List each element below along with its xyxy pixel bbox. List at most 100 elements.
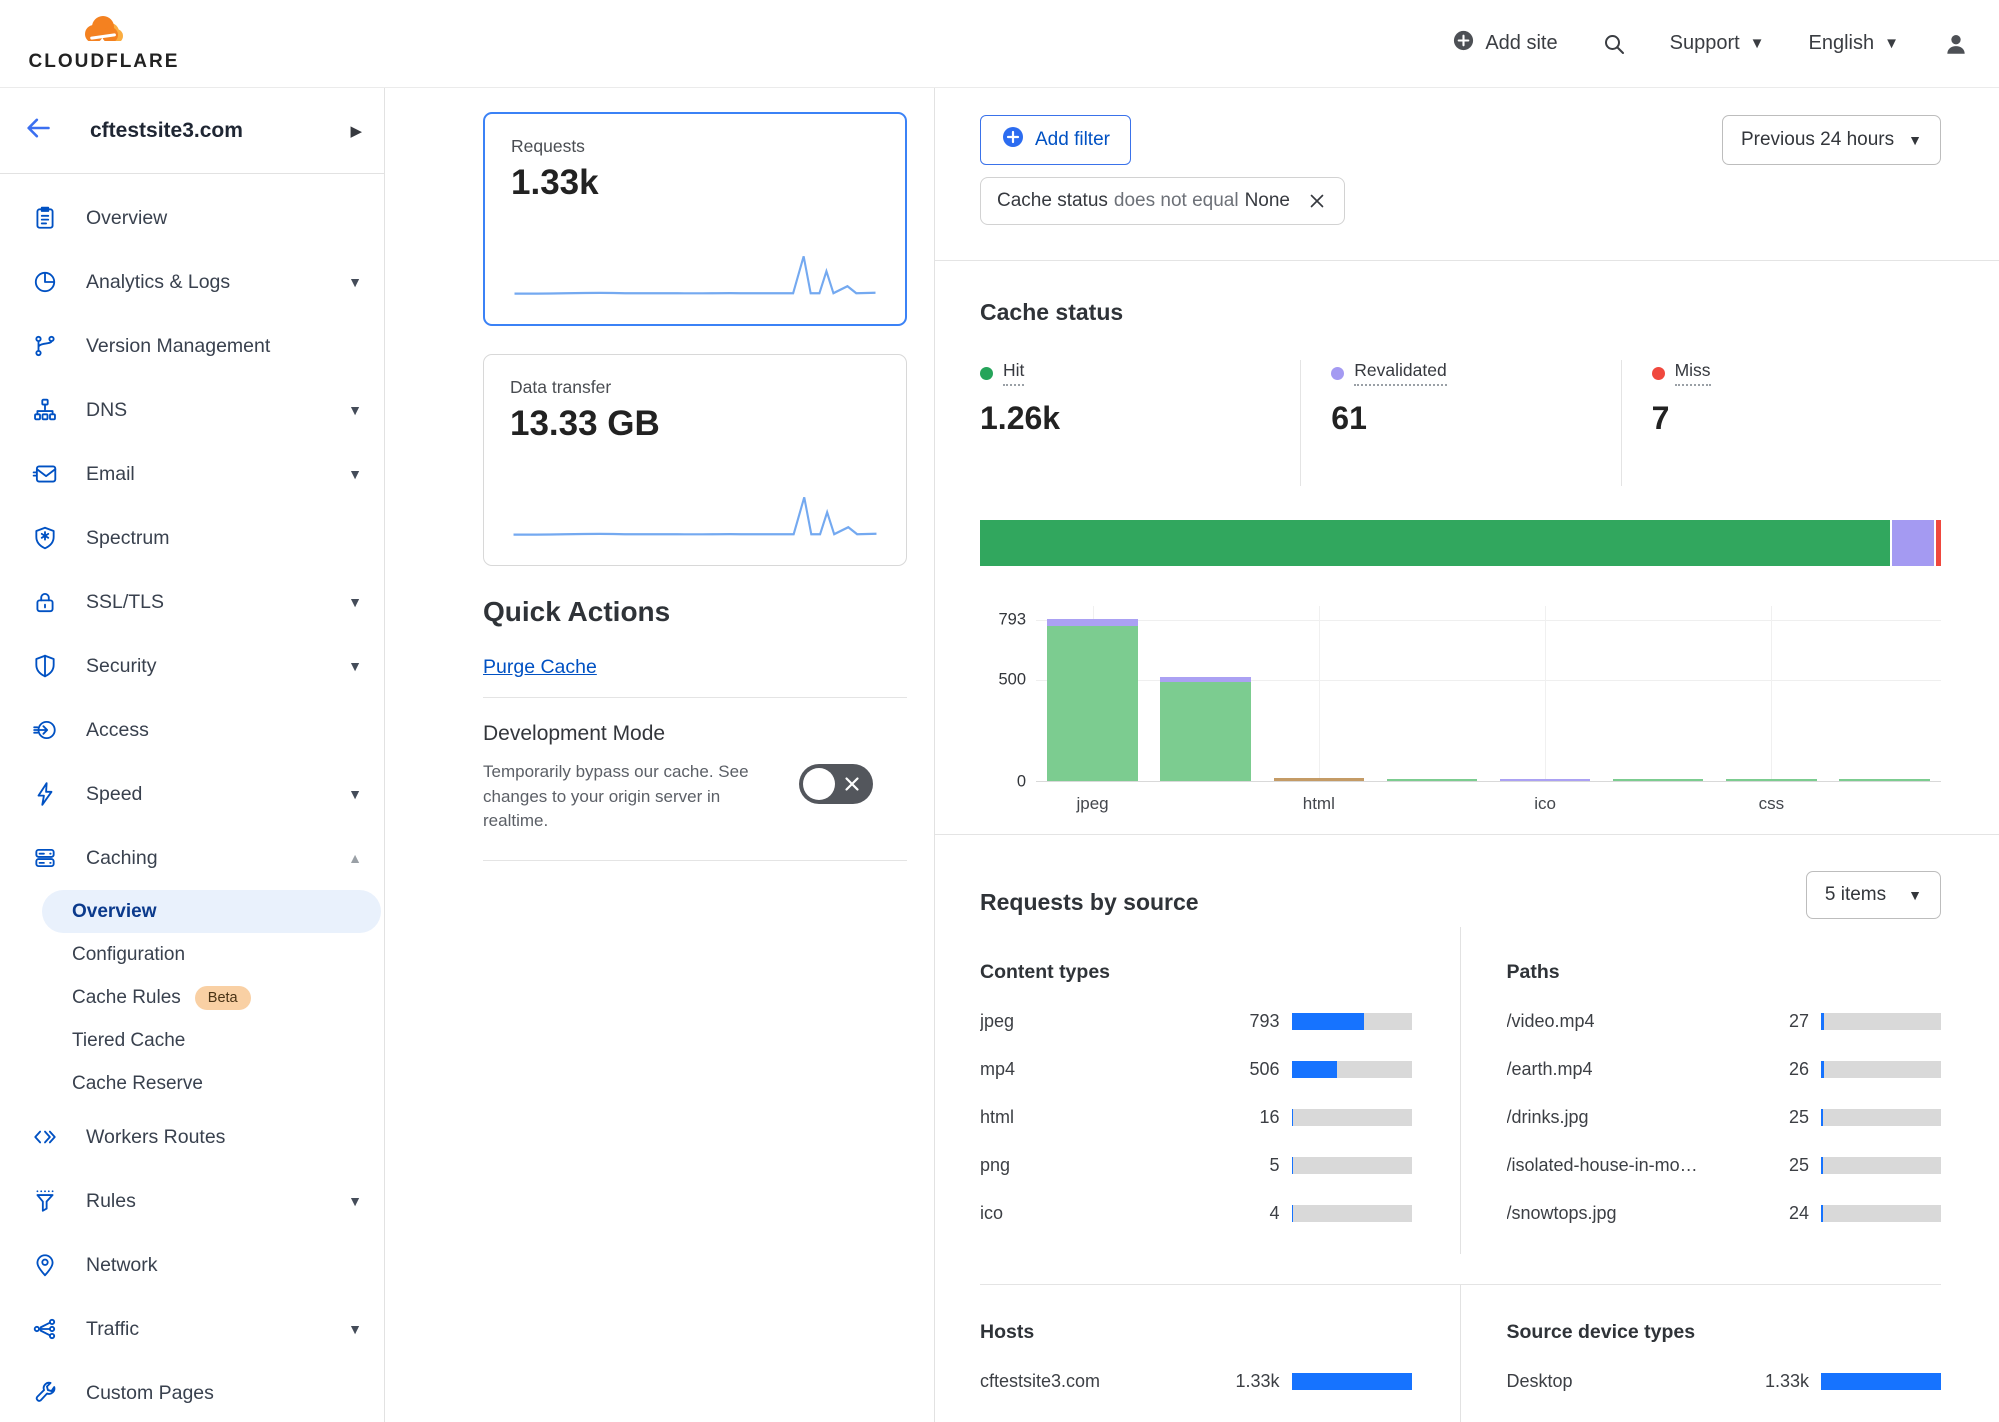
divider (483, 697, 907, 698)
hosts-list: Hostscftestsite3.com1.33k (980, 1285, 1461, 1422)
list-title: Source device types (1507, 1321, 1942, 1344)
list-row: /isolated-house-in-mo…25 (1507, 1155, 1942, 1176)
support-menu[interactable]: Support ▼ (1670, 32, 1765, 55)
paths-list: Paths/video.mp427/earth.mp426/drinks.jpg… (1461, 927, 1942, 1254)
list-row: /snowtops.jpg24 (1507, 1203, 1942, 1224)
row-bar (1821, 1205, 1941, 1222)
row-name: cftestsite3.com (980, 1371, 1216, 1392)
remove-filter-icon[interactable] (1306, 190, 1328, 212)
legend-item-hit[interactable]: Hit (980, 360, 1024, 386)
dns-tree-icon (30, 397, 60, 423)
sidebar-subitem-cache-reserve[interactable]: Cache Reserve (42, 1062, 381, 1105)
sidebar-subitem-tiered-cache[interactable]: Tiered Cache (42, 1019, 381, 1062)
add-site-button[interactable]: Add site (1452, 29, 1557, 58)
chevron-down-icon: ▼ (348, 786, 362, 802)
cache-stat-hit: Hit1.26k (980, 360, 1300, 486)
sidebar: cftestsite3.com ▶ OverviewAnalytics & Lo… (0, 88, 385, 1422)
row-bar (1292, 1061, 1412, 1078)
site-header: cftestsite3.com ▶ (0, 88, 384, 174)
sidebar-item-traffic[interactable]: Traffic▼ (0, 1297, 384, 1361)
hosts-device-section: Hosts cftestsite3.com 1.33k Source device … (980, 1284, 1941, 1422)
chevron-down-icon: ▼ (1908, 132, 1922, 148)
site-switcher-caret-icon[interactable]: ▶ (350, 122, 362, 140)
row-name: /isolated-house-in-mo… (1507, 1155, 1746, 1176)
chevron-down-icon: ▼ (348, 658, 362, 674)
legend-item-revalidated[interactable]: Revalidated (1331, 360, 1446, 386)
x-axis-label (1828, 794, 1941, 814)
language-menu[interactable]: English ▼ (1809, 32, 1899, 55)
shield-star-icon (30, 525, 60, 551)
cache-status-chart: 7935000 jpeghtmlicocss (980, 606, 1941, 814)
filter-chip-cache-status[interactable]: Cache status does not equal None (980, 177, 1345, 225)
bar-segment-hit (1613, 779, 1704, 782)
requests-by-source-title: Requests by source (980, 889, 1199, 916)
sidebar-item-rules[interactable]: Rules▼ (0, 1169, 384, 1233)
back-arrow-icon[interactable] (24, 114, 52, 147)
analytics-panel: Add filter Cache status does not equal N… (935, 88, 1999, 1422)
sidebar-item-email[interactable]: Email▼ (0, 442, 384, 506)
sidebar-item-workers-routes[interactable]: Workers Routes (0, 1105, 384, 1169)
row-name: /video.mp4 (1507, 1011, 1746, 1032)
sidebar-subitem-cache-rules[interactable]: Cache RulesBeta (42, 976, 381, 1019)
row-name: Desktop (1507, 1371, 1746, 1392)
sidebar-item-analytics-logs[interactable]: Analytics & Logs▼ (0, 250, 384, 314)
row-value: 5 (1216, 1155, 1280, 1176)
sidebar-item-access[interactable]: Access (0, 698, 384, 762)
row-bar (1292, 1109, 1412, 1126)
sidebar-item-dns[interactable]: DNS▼ (0, 378, 384, 442)
cache-status-distribution-bar (980, 520, 1941, 566)
row-bar (1821, 1109, 1941, 1126)
shield-icon (30, 653, 60, 679)
sidebar-item-overview[interactable]: Overview (0, 186, 384, 250)
sidebar-item-spectrum[interactable]: Spectrum (0, 506, 384, 570)
arrow-circle-icon (30, 717, 60, 743)
row-bar (1821, 1061, 1941, 1078)
add-filter-button[interactable]: Add filter (980, 115, 1131, 165)
sidebar-item-caching[interactable]: Caching▲ (0, 826, 384, 890)
metric-card-data-transfer[interactable]: Data transfer13.33 GB (483, 354, 907, 566)
sidebar-subitem-overview[interactable]: Overview (42, 890, 381, 933)
purge-cache-link[interactable]: Purge Cache (483, 656, 597, 679)
chevron-down-icon: ▼ (1750, 35, 1765, 52)
chart-bar (1375, 606, 1488, 781)
time-range-dropdown[interactable]: Previous 24 hours ▼ (1722, 115, 1941, 165)
sidebar-item-network[interactable]: Network (0, 1233, 384, 1297)
legend-item-miss[interactable]: Miss (1652, 360, 1711, 386)
cloudflare-logo[interactable]: CLOUDFLARE (24, 14, 184, 73)
chart-bar-html (1262, 606, 1375, 781)
row-value: 793 (1216, 1011, 1280, 1032)
dev-mode-toggle[interactable] (799, 764, 873, 804)
user-avatar-icon[interactable] (1943, 31, 1969, 57)
bar-segment-hit (1160, 682, 1251, 781)
legend-dot-icon (1331, 367, 1344, 380)
row-value: 24 (1745, 1203, 1809, 1224)
sidebar-item-ssl-tls[interactable]: SSL/TLS▼ (0, 570, 384, 634)
metric-card-requests[interactable]: Requests1.33k (483, 112, 907, 326)
sidebar-item-version-management[interactable]: Version Management (0, 314, 384, 378)
list-title: Hosts (980, 1321, 1412, 1344)
bar-segment-mixed (1274, 778, 1365, 781)
x-axis-label: jpeg (1036, 794, 1149, 814)
sidebar-item-speed[interactable]: Speed▼ (0, 762, 384, 826)
list-row: mp4506 (980, 1059, 1412, 1080)
row-value: 1.33k (1745, 1371, 1809, 1392)
requests-by-source-section: Requests by source 5 items ▼ Content typ… (935, 834, 1999, 1254)
sidebar-item-security[interactable]: Security▼ (0, 634, 384, 698)
bar-segment-revalidated (1500, 779, 1591, 782)
toggle-knob (803, 768, 835, 800)
row-bar (1292, 1157, 1412, 1174)
items-count-dropdown[interactable]: 5 items ▼ (1806, 871, 1941, 919)
wrench-icon (30, 1380, 60, 1406)
row-value: 506 (1216, 1059, 1280, 1080)
bar-segment-hit (1726, 779, 1817, 782)
chevron-down-icon: ▼ (348, 594, 362, 610)
chart-bar (1602, 606, 1715, 781)
sidebar-subitem-configuration[interactable]: Configuration (42, 933, 381, 976)
search-icon[interactable] (1602, 32, 1626, 56)
chart-bar (1828, 606, 1941, 781)
bar-segment-hit (1387, 779, 1478, 782)
sidebar-item-custom-pages[interactable]: Custom Pages (0, 1361, 384, 1422)
cache-stat-miss: Miss7 (1621, 360, 1941, 486)
plus-circle-icon (1001, 125, 1025, 155)
share-nodes-icon (30, 1316, 60, 1342)
